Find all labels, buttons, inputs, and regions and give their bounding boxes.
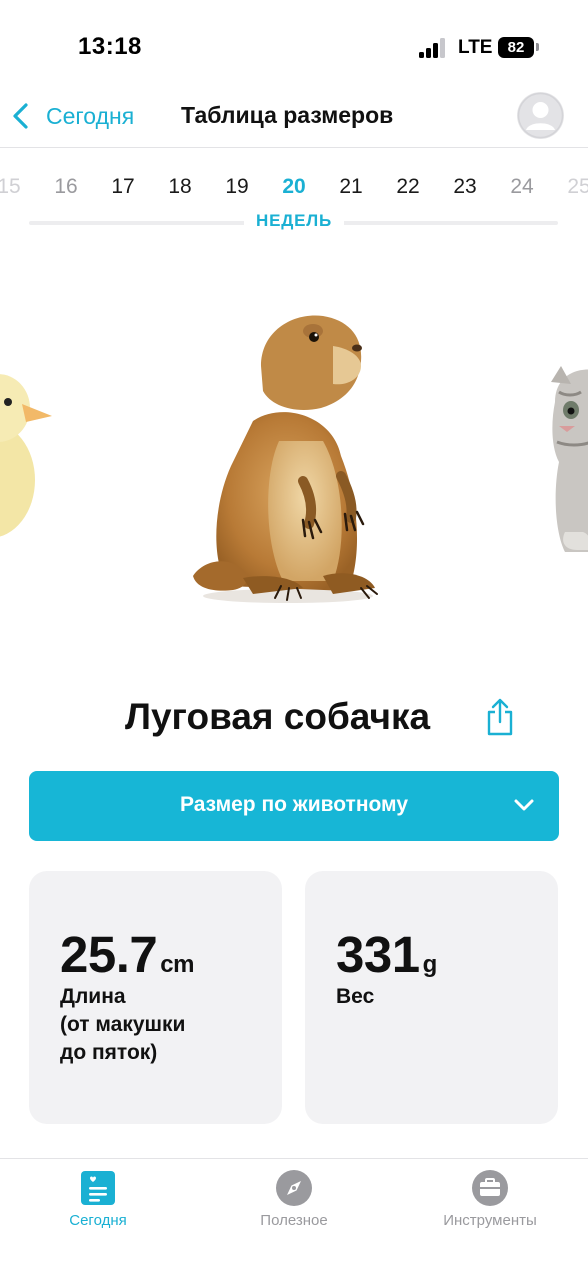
tab-label: Сегодня bbox=[69, 1212, 127, 1229]
week-item[interactable]: 21 bbox=[331, 175, 371, 199]
tab-tools[interactable]: Инструменты bbox=[392, 1159, 588, 1239]
week-item[interactable]: 18 bbox=[160, 175, 200, 199]
prairie-dog-image[interactable] bbox=[183, 306, 398, 606]
tab-useful[interactable]: Полезное bbox=[196, 1159, 392, 1239]
status-time: 13:18 bbox=[78, 33, 142, 60]
week-item[interactable]: 24 bbox=[502, 175, 542, 199]
animal-carousel[interactable] bbox=[0, 240, 588, 660]
weight-label: Вес bbox=[336, 983, 374, 1011]
page-title: Таблица размеров bbox=[181, 102, 394, 128]
tab-label: Полезное bbox=[260, 1212, 328, 1229]
back-label: Сегодня bbox=[46, 102, 135, 129]
length-label-line: до пяток) bbox=[60, 1041, 158, 1064]
signal-icon bbox=[419, 38, 447, 58]
length-label: Длина (от макушки до пяток) bbox=[60, 983, 185, 1067]
battery-tip bbox=[536, 43, 539, 51]
share-icon[interactable] bbox=[484, 698, 516, 736]
animal-title-row: Луговая собачка bbox=[0, 690, 588, 750]
calendar-today-icon bbox=[81, 1171, 115, 1205]
weeks-label: НЕДЕЛЬ bbox=[243, 211, 345, 231]
tab-today[interactable]: Сегодня bbox=[0, 1159, 196, 1239]
week-item[interactable]: 22 bbox=[388, 175, 428, 199]
battery-icon: 82 bbox=[498, 37, 534, 58]
animal-name: Луговая собачка bbox=[125, 696, 431, 737]
week-selector[interactable]: 15 16 17 18 19 20 21 22 23 24 25 НЕДЕЛЬ bbox=[0, 160, 588, 240]
chevron-down-icon bbox=[514, 799, 534, 811]
duckling-image[interactable] bbox=[0, 360, 60, 550]
weight-value: 331 bbox=[336, 926, 420, 983]
chevron-left-icon bbox=[13, 103, 28, 129]
week-item[interactable]: 20 bbox=[274, 175, 314, 199]
compass-icon bbox=[276, 1170, 312, 1206]
week-item[interactable]: 25 bbox=[559, 175, 588, 199]
week-item[interactable]: 15 bbox=[0, 175, 29, 199]
weight-unit: g bbox=[422, 951, 438, 978]
weight-label-line: Вес bbox=[336, 985, 375, 1008]
back-button[interactable]: Сегодня bbox=[10, 96, 134, 136]
length-label-line: Длина bbox=[60, 985, 126, 1008]
length-label-line: (от макушки bbox=[60, 1013, 186, 1036]
briefcase-icon bbox=[472, 1170, 508, 1206]
week-item[interactable]: 17 bbox=[103, 175, 143, 199]
weight-value-row: 331 g bbox=[336, 925, 437, 984]
network-type: LTE bbox=[458, 37, 493, 58]
length-unit: cm bbox=[160, 951, 194, 978]
avatar[interactable] bbox=[517, 92, 564, 139]
size-comparison-dropdown[interactable]: Размер по животному bbox=[29, 771, 559, 841]
length-card: 25.7 cm Длина (от макушки до пяток) bbox=[29, 871, 282, 1124]
week-item[interactable]: 16 bbox=[46, 175, 86, 199]
week-item[interactable]: 19 bbox=[217, 175, 257, 199]
nav-bar: Сегодня Таблица размеров bbox=[0, 92, 588, 148]
weight-card: 331 g Вес bbox=[305, 871, 558, 1124]
tab-bar: Сегодня Полезное Инструменты bbox=[0, 1158, 588, 1280]
user-avatar-icon bbox=[517, 92, 564, 139]
week-item[interactable]: 23 bbox=[445, 175, 485, 199]
length-value: 25.7 bbox=[60, 926, 158, 983]
tab-label: Инструменты bbox=[443, 1212, 537, 1229]
dropdown-label: Размер по животному bbox=[180, 793, 408, 816]
length-value-row: 25.7 cm bbox=[60, 925, 194, 984]
status-bar: 13:18 LTE 82 bbox=[0, 0, 588, 92]
kitten-image[interactable] bbox=[545, 362, 588, 562]
